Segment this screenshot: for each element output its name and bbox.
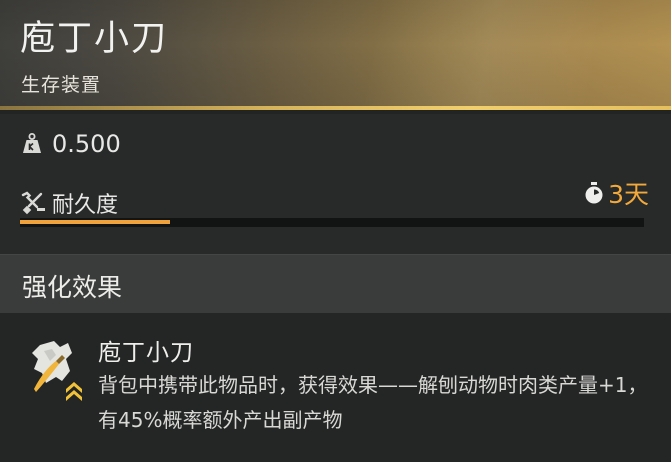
item-header: 庖丁小刀 生存装置 bbox=[0, 0, 671, 110]
weight-icon bbox=[23, 133, 41, 153]
enhancement-title: 强化效果 bbox=[22, 273, 123, 302]
header-divider bbox=[0, 106, 671, 110]
durability-label: 耐久度 bbox=[52, 193, 119, 218]
wrench-icon bbox=[21, 191, 45, 215]
durability-bar-fill bbox=[20, 220, 170, 224]
item-category: 生存装置 bbox=[21, 74, 102, 96]
stopwatch-icon bbox=[585, 182, 603, 204]
durability-bar bbox=[20, 218, 644, 227]
weight-row: 0.500 bbox=[20, 128, 121, 160]
enhancement-effect: 庖丁小刀 背包中携带此物品时，获得效果——解刨动物时肉类产量+1，有45%概率额… bbox=[0, 313, 671, 462]
item-title: 庖丁小刀 bbox=[20, 19, 169, 59]
item-stats: 0.500 耐久度 3天 bbox=[0, 114, 671, 254]
time-remaining: 3天 bbox=[583, 176, 649, 210]
effect-name: 庖丁小刀 bbox=[98, 340, 194, 366]
effect-description: 背包中携带此物品时，获得效果——解刨动物时肉类产量+1，有45%概率额外产出副产… bbox=[98, 373, 648, 432]
durability-row: 耐久度 bbox=[20, 186, 118, 220]
enhancement-section-header: 强化效果 bbox=[0, 254, 671, 313]
weight-value: 0.500 bbox=[52, 130, 121, 158]
knife-chevron-rank-icon bbox=[32, 341, 82, 401]
item-detail-panel: 庖丁小刀 生存装置 0.500 耐久度 3天 强化效果 庖丁小刀 背包中携带此物… bbox=[0, 0, 671, 462]
time-remaining-value: 3天 bbox=[608, 180, 649, 209]
